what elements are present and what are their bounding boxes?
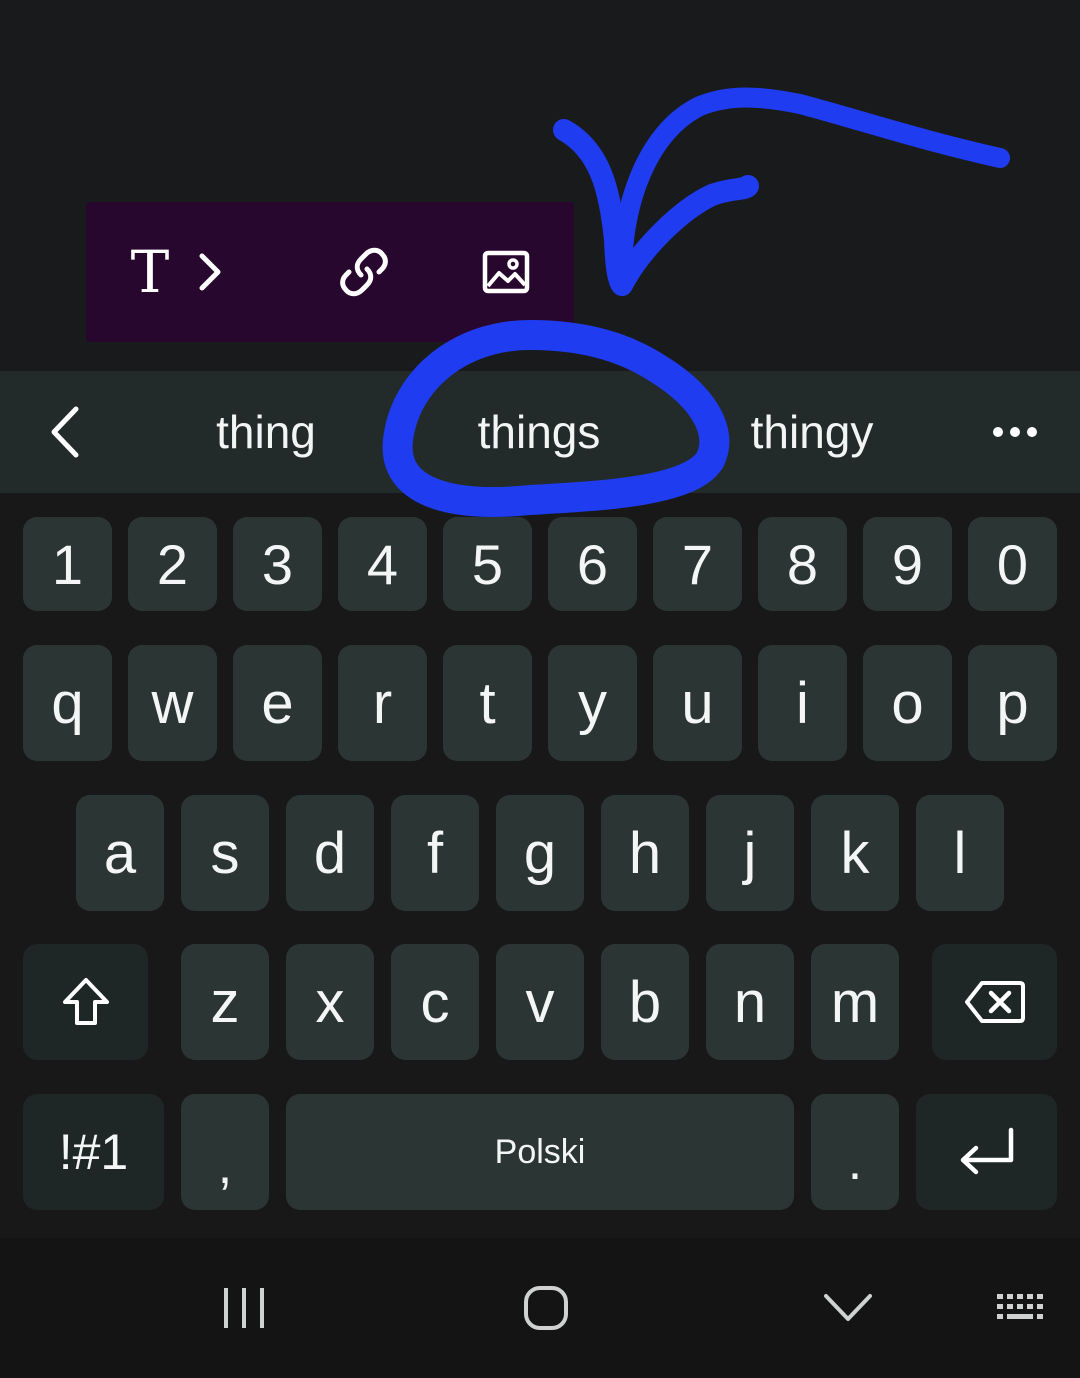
key-d[interactable]: d xyxy=(286,795,374,911)
comma-key[interactable]: , xyxy=(181,1094,269,1210)
text-format-icon[interactable]: T xyxy=(122,202,178,342)
key-w[interactable]: w xyxy=(128,645,217,761)
key-0[interactable]: 0 xyxy=(968,517,1057,611)
key-p[interactable]: p xyxy=(968,645,1057,761)
key-k[interactable]: k xyxy=(811,795,899,911)
more-horizontal-icon[interactable] xyxy=(980,371,1050,493)
navigation-bar xyxy=(0,1238,1080,1378)
suggestion-thingy[interactable]: thingy xyxy=(712,371,912,493)
key-2[interactable]: 2 xyxy=(128,517,217,611)
backspace-key[interactable] xyxy=(932,944,1057,1060)
shift-icon xyxy=(62,978,109,1025)
shift-key[interactable] xyxy=(23,944,148,1060)
key-4[interactable]: 4 xyxy=(338,517,427,611)
key-e[interactable]: e xyxy=(233,645,322,761)
key-6[interactable]: 6 xyxy=(548,517,637,611)
key-f[interactable]: f xyxy=(391,795,479,911)
home-icon[interactable] xyxy=(506,1238,586,1378)
key-q[interactable]: q xyxy=(23,645,112,761)
image-icon[interactable] xyxy=(476,202,536,342)
key-z[interactable]: z xyxy=(181,944,269,1060)
key-x[interactable]: x xyxy=(286,944,374,1060)
key-8[interactable]: 8 xyxy=(758,517,847,611)
key-r[interactable]: r xyxy=(338,645,427,761)
key-u[interactable]: u xyxy=(653,645,742,761)
space-key[interactable]: Polski xyxy=(286,1094,794,1210)
key-m[interactable]: m xyxy=(811,944,899,1060)
key-i[interactable]: i xyxy=(758,645,847,761)
annotation-arrowhead-icon xyxy=(553,119,759,296)
key-n[interactable]: n xyxy=(706,944,794,1060)
key-g[interactable]: g xyxy=(496,795,584,911)
key-s[interactable]: s xyxy=(181,795,269,911)
key-7[interactable]: 7 xyxy=(653,517,742,611)
key-h[interactable]: h xyxy=(601,795,689,911)
enter-icon xyxy=(960,1127,1013,1175)
hide-keyboard-icon[interactable] xyxy=(808,1238,888,1378)
key-1[interactable]: 1 xyxy=(23,517,112,611)
key-y[interactable]: y xyxy=(548,645,637,761)
key-j[interactable]: j xyxy=(706,795,794,911)
key-t[interactable]: t xyxy=(443,645,532,761)
key-o[interactable]: o xyxy=(863,645,952,761)
link-icon[interactable] xyxy=(332,202,396,342)
key-b[interactable]: b xyxy=(601,944,689,1060)
chevron-right-icon[interactable] xyxy=(190,202,230,342)
suggestion-things[interactable]: things xyxy=(439,371,639,493)
key-3[interactable]: 3 xyxy=(233,517,322,611)
keyboard-switch-icon[interactable] xyxy=(982,1238,1062,1378)
enter-key[interactable] xyxy=(916,1094,1057,1210)
chevron-left-icon[interactable] xyxy=(30,371,100,493)
key-9[interactable]: 9 xyxy=(863,517,952,611)
key-a[interactable]: a xyxy=(76,795,164,911)
keyboard: 1 2 3 4 5 6 7 8 9 0 q w e r t y u i o p … xyxy=(0,493,1080,1238)
key-v[interactable]: v xyxy=(496,944,584,1060)
annotation-arrow-icon xyxy=(611,87,1010,295)
key-c[interactable]: c xyxy=(391,944,479,1060)
symbols-key[interactable]: !#1 xyxy=(23,1094,164,1210)
key-l[interactable]: l xyxy=(916,795,1004,911)
suggestion-thing[interactable]: thing xyxy=(166,371,366,493)
suggestion-strip: thing things thingy xyxy=(0,371,1080,493)
recents-icon[interactable] xyxy=(204,1238,284,1378)
period-key[interactable]: . xyxy=(811,1094,899,1210)
key-5[interactable]: 5 xyxy=(443,517,532,611)
backspace-icon xyxy=(964,981,1025,1023)
format-toolbar: T xyxy=(86,202,574,342)
